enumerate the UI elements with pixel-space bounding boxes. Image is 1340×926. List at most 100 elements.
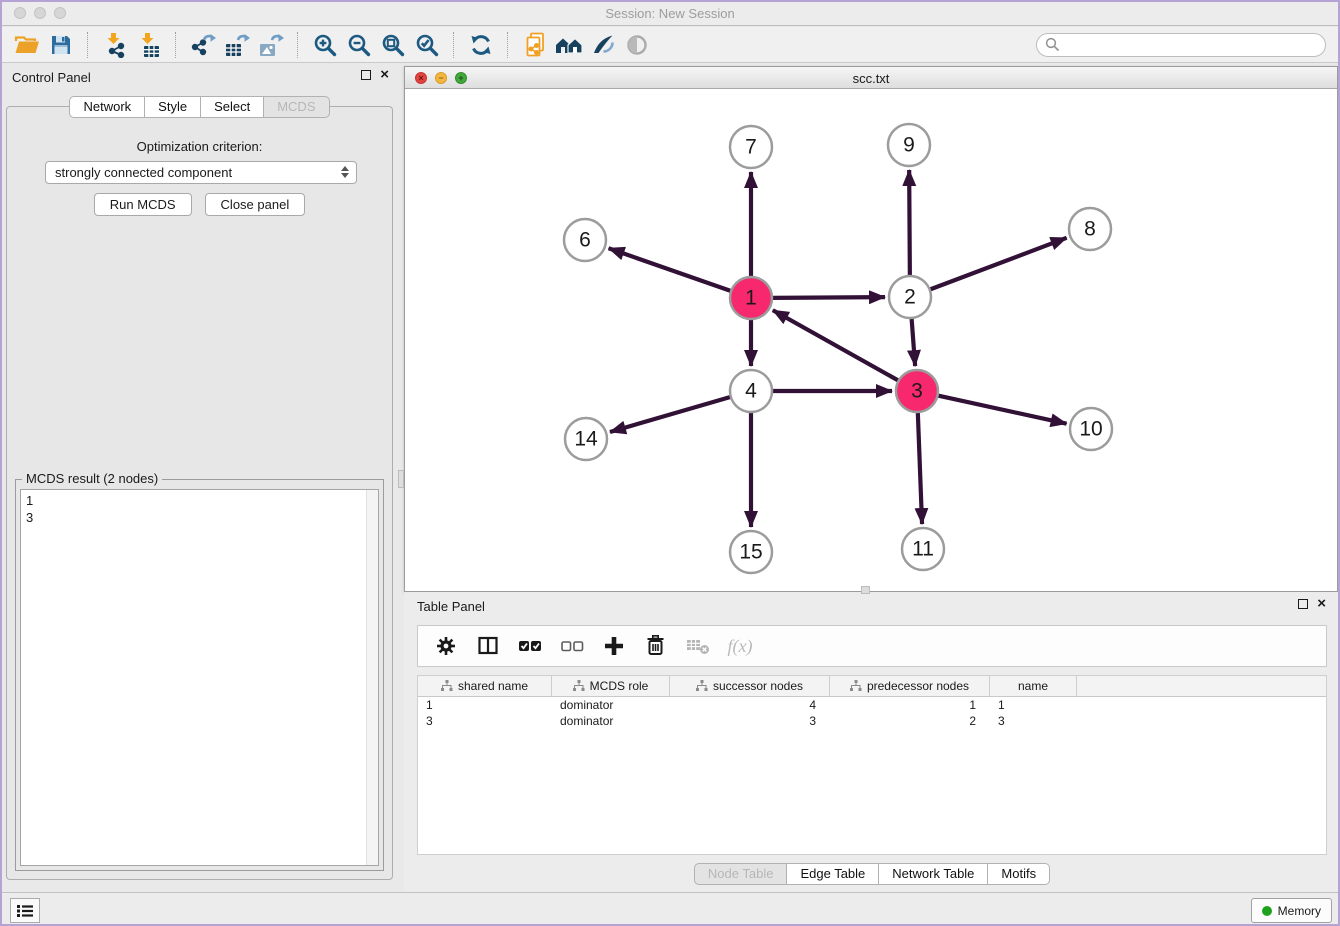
memory-label: Memory bbox=[1278, 904, 1321, 918]
zoom-selected-icon[interactable] bbox=[410, 30, 444, 60]
save-session-icon[interactable] bbox=[44, 30, 78, 60]
graph-node-7[interactable]: 7 bbox=[730, 126, 772, 168]
column-type-icon bbox=[850, 680, 862, 692]
network-canvas[interactable]: 7 9 6 8 1 2 4 3 14 10 15 11 bbox=[405, 89, 1337, 591]
graph-node-1[interactable]: 1 bbox=[730, 277, 772, 319]
graph-node-9[interactable]: 9 bbox=[888, 124, 930, 166]
column-header-shared-name[interactable]: shared name bbox=[418, 676, 552, 696]
search-input[interactable] bbox=[1065, 37, 1317, 53]
graph-edge-2-3[interactable] bbox=[912, 319, 916, 366]
close-panel-button[interactable]: Close panel bbox=[205, 193, 306, 216]
task-history-button[interactable] bbox=[10, 898, 40, 923]
column-header-successor-nodes[interactable]: successor nodes bbox=[670, 676, 830, 696]
graph-node-2[interactable]: 2 bbox=[889, 276, 931, 318]
table-cell[interactable]: 1 bbox=[830, 698, 990, 712]
graph-node-14[interactable]: 14 bbox=[565, 418, 607, 460]
export-image-icon[interactable] bbox=[254, 30, 288, 60]
optimization-criterion-select[interactable]: strongly connected component bbox=[45, 161, 357, 184]
control-panel-title: Control Panel bbox=[12, 70, 91, 85]
graph-edge-1-2[interactable] bbox=[773, 297, 885, 298]
table-header-row: shared nameMCDS rolesuccessor nodesprede… bbox=[418, 676, 1326, 697]
svg-text:6: 6 bbox=[579, 229, 591, 252]
tab-node-table[interactable]: Node Table bbox=[694, 863, 788, 885]
tab-network-table[interactable]: Network Table bbox=[879, 863, 988, 885]
close-table-panel-icon[interactable]: × bbox=[1317, 599, 1326, 609]
node-table[interactable]: shared nameMCDS rolesuccessor nodesprede… bbox=[417, 675, 1327, 855]
graph-node-4[interactable]: 4 bbox=[730, 370, 772, 412]
column-type-icon bbox=[696, 680, 708, 692]
result-scrollbar[interactable] bbox=[366, 490, 378, 865]
zoom-in-icon[interactable] bbox=[308, 30, 342, 60]
graph-node-3[interactable]: 3 bbox=[896, 370, 938, 412]
import-network-icon[interactable] bbox=[98, 30, 132, 60]
graph-node-11[interactable]: 11 bbox=[902, 528, 944, 570]
search-box[interactable] bbox=[1036, 33, 1326, 57]
refresh-view-icon[interactable] bbox=[464, 30, 498, 60]
delete-table-icon bbox=[680, 631, 716, 661]
status-bar: Memory bbox=[0, 892, 1340, 926]
tab-motifs[interactable]: Motifs bbox=[988, 863, 1050, 885]
tab-style[interactable]: Style bbox=[145, 96, 201, 118]
toolbar-separator bbox=[507, 32, 509, 58]
column-header-MCDS-role[interactable]: MCDS role bbox=[552, 676, 670, 696]
memory-button[interactable]: Memory bbox=[1251, 898, 1332, 923]
network-window-titlebar[interactable]: × − + scc.txt bbox=[405, 67, 1337, 89]
table-row[interactable]: 1dominator411 bbox=[418, 697, 1326, 713]
table-cell[interactable]: dominator bbox=[552, 714, 670, 728]
graph-edge-3-1[interactable] bbox=[773, 310, 898, 380]
select-all-icon[interactable] bbox=[512, 631, 548, 661]
deselect-all-icon[interactable] bbox=[554, 631, 590, 661]
first-neighbors-icon[interactable] bbox=[552, 30, 586, 60]
run-mcds-button[interactable]: Run MCDS bbox=[94, 193, 192, 216]
table-cell[interactable]: 3 bbox=[990, 714, 1077, 728]
graph-node-6[interactable]: 6 bbox=[564, 219, 606, 261]
graph-edge-3-11[interactable] bbox=[918, 413, 922, 524]
graph-edge-1-6[interactable] bbox=[609, 248, 731, 290]
graph-edge-4-14[interactable] bbox=[610, 397, 730, 432]
table-cell[interactable]: 1 bbox=[418, 698, 552, 712]
table-cell[interactable]: 4 bbox=[670, 698, 830, 712]
tab-mcds[interactable]: MCDS bbox=[264, 96, 329, 118]
show-columns-icon[interactable] bbox=[470, 631, 506, 661]
table-cell[interactable]: 3 bbox=[418, 714, 552, 728]
svg-text:4: 4 bbox=[745, 380, 757, 403]
svg-text:9: 9 bbox=[903, 134, 915, 157]
import-table-icon[interactable] bbox=[132, 30, 166, 60]
float-panel-icon[interactable] bbox=[361, 70, 371, 80]
graphics-details-icon[interactable] bbox=[586, 30, 620, 60]
horizontal-splitter-handle[interactable] bbox=[861, 586, 870, 594]
table-cell[interactable]: dominator bbox=[552, 698, 670, 712]
svg-text:10: 10 bbox=[1079, 418, 1102, 441]
graph-node-15[interactable]: 15 bbox=[730, 531, 772, 573]
tab-edge-table[interactable]: Edge Table bbox=[787, 863, 879, 885]
graph-edge-3-10[interactable] bbox=[938, 396, 1066, 424]
zoom-fit-icon[interactable] bbox=[376, 30, 410, 60]
add-column-icon[interactable] bbox=[596, 631, 632, 661]
table-cell[interactable]: 3 bbox=[670, 714, 830, 728]
tab-select[interactable]: Select bbox=[201, 96, 264, 118]
graph-node-8[interactable]: 8 bbox=[1069, 208, 1111, 250]
graph-edge-2-9[interactable] bbox=[909, 170, 910, 275]
close-panel-icon[interactable]: × bbox=[380, 70, 389, 80]
table-row[interactable]: 3dominator323 bbox=[418, 713, 1326, 729]
toolbar-separator bbox=[297, 32, 299, 58]
new-network-from-selection-icon[interactable] bbox=[518, 30, 552, 60]
zoom-out-icon[interactable] bbox=[342, 30, 376, 60]
export-network-icon[interactable] bbox=[186, 30, 220, 60]
column-header-name[interactable]: name bbox=[990, 676, 1077, 696]
column-header-predecessor-nodes[interactable]: predecessor nodes bbox=[830, 676, 990, 696]
graph-edge-2-8[interactable] bbox=[931, 238, 1067, 289]
control-panel-tabs: NetworkStyleSelectMCDS bbox=[0, 96, 399, 118]
delete-column-icon[interactable] bbox=[638, 631, 674, 661]
export-table-icon[interactable] bbox=[220, 30, 254, 60]
table-cell[interactable]: 1 bbox=[990, 698, 1077, 712]
open-session-icon[interactable] bbox=[10, 30, 44, 60]
table-settings-icon[interactable] bbox=[428, 631, 464, 661]
float-table-panel-icon[interactable] bbox=[1298, 599, 1308, 609]
mcds-result-text[interactable]: 1 3 bbox=[20, 489, 379, 866]
vertical-splitter-handle[interactable] bbox=[398, 470, 404, 488]
tab-network[interactable]: Network bbox=[69, 96, 145, 118]
column-type-icon bbox=[573, 680, 585, 692]
graph-node-10[interactable]: 10 bbox=[1070, 408, 1112, 450]
table-cell[interactable]: 2 bbox=[830, 714, 990, 728]
